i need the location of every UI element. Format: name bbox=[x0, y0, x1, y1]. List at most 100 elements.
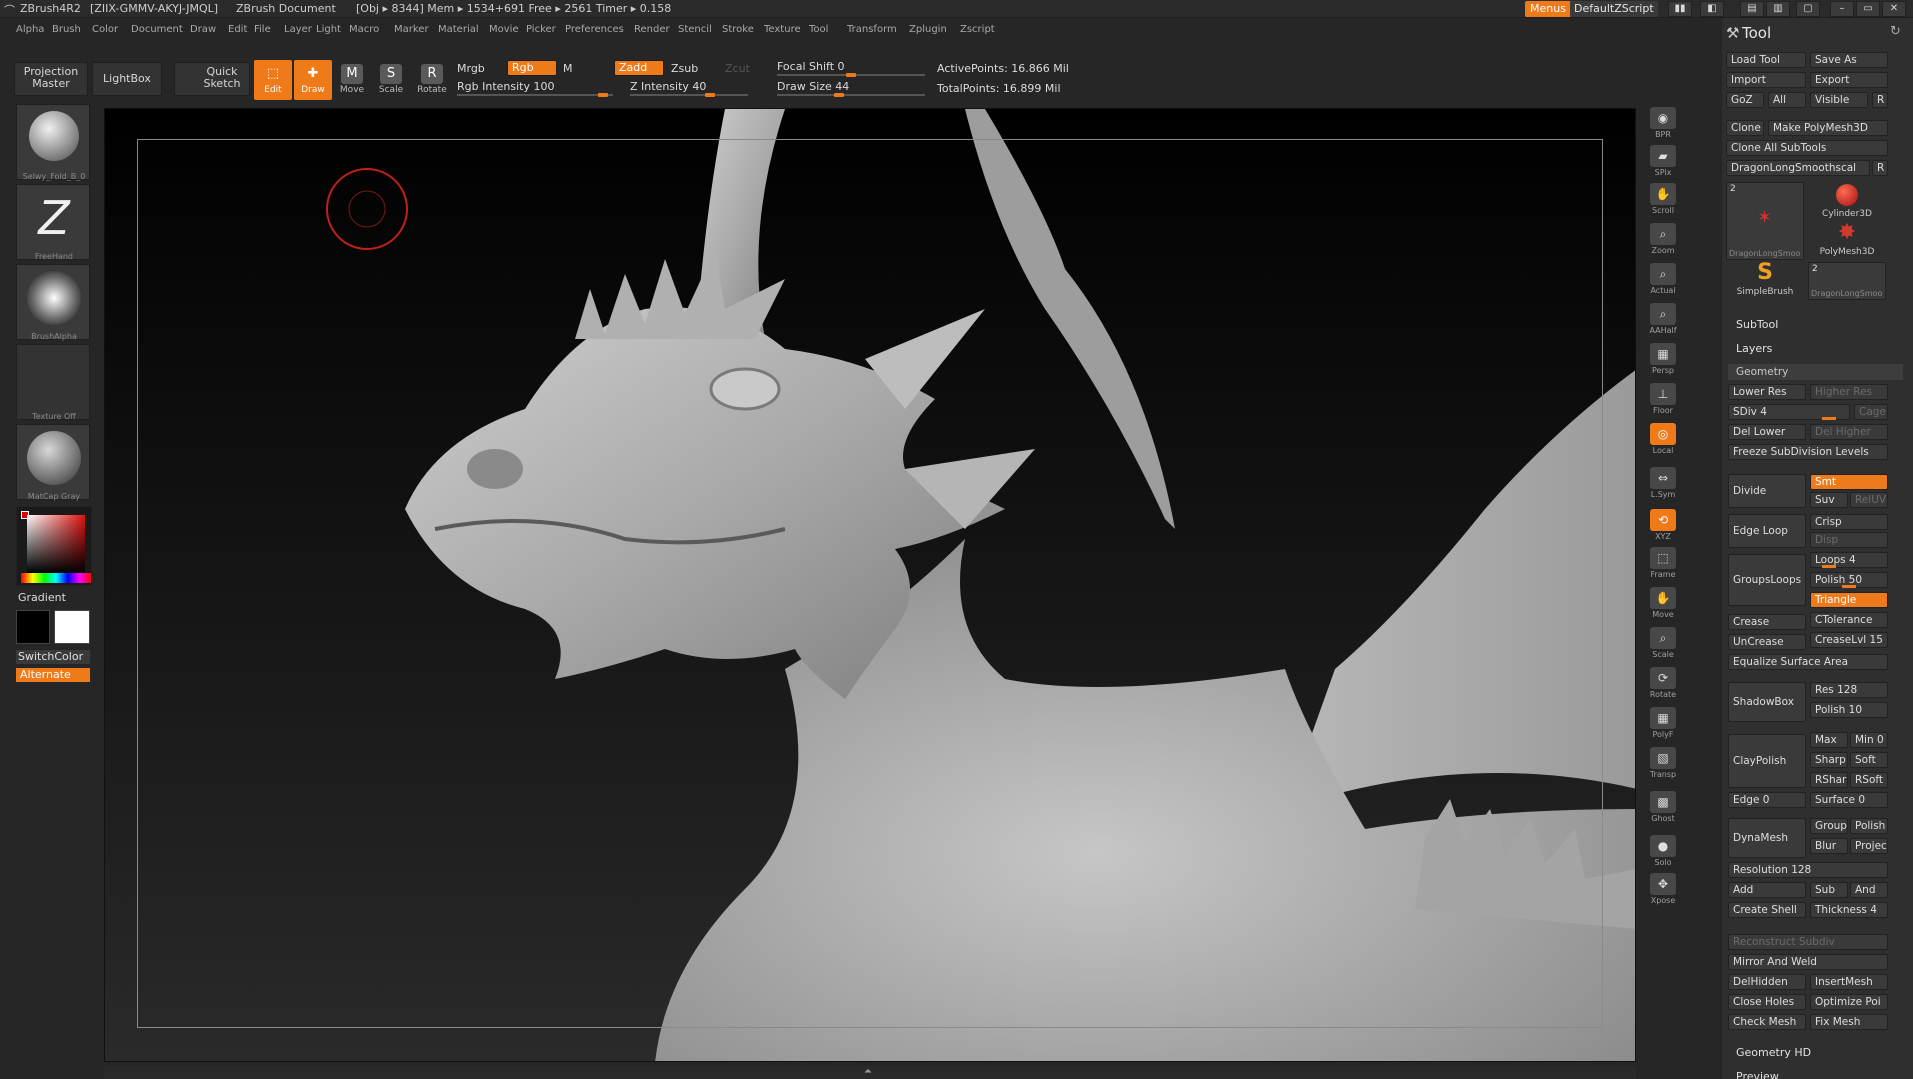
load-tool-button[interactable]: Load Tool bbox=[1726, 52, 1806, 68]
scroll-button[interactable]: ✋ Scroll bbox=[1644, 180, 1682, 216]
dynamesh-add-toggle[interactable]: Add bbox=[1728, 882, 1806, 898]
scale-mode-button[interactable]: S Scale bbox=[372, 60, 410, 100]
menu-light[interactable]: Light bbox=[316, 24, 341, 35]
menu-picker[interactable]: Picker bbox=[526, 24, 556, 35]
clone-button[interactable]: Clone bbox=[1726, 120, 1764, 136]
triangle-toggle[interactable]: Triangle bbox=[1810, 592, 1888, 608]
layout-right-icon[interactable]: ▥ bbox=[1766, 1, 1790, 17]
spix-button[interactable]: ▰ SPix bbox=[1644, 142, 1682, 178]
scale-button[interactable]: ⌕ Scale bbox=[1644, 624, 1682, 660]
ctolerance-slider[interactable]: CTolerance bbox=[1810, 612, 1888, 628]
dynamesh-sub-toggle[interactable]: Sub bbox=[1810, 882, 1848, 898]
creaselvl-slider[interactable]: CreaseLvl 15 bbox=[1810, 632, 1888, 648]
menu-texture[interactable]: Texture bbox=[764, 24, 801, 35]
higher-res-button[interactable]: Higher Res bbox=[1810, 384, 1888, 400]
rgb-intensity-knob[interactable] bbox=[598, 93, 608, 97]
del-higher-button[interactable]: Del Higher bbox=[1810, 424, 1888, 440]
lower-res-button[interactable]: Lower Res bbox=[1728, 384, 1806, 400]
menu-transform[interactable]: Transform bbox=[847, 24, 897, 35]
geometry-hd-section[interactable]: Geometry HD bbox=[1736, 1046, 1811, 1059]
z-intensity-knob[interactable] bbox=[705, 93, 715, 97]
xpose-button[interactable]: ✥ Xpose bbox=[1644, 870, 1682, 906]
menu-material[interactable]: Material bbox=[438, 24, 479, 35]
menu-file[interactable]: File bbox=[254, 24, 271, 35]
menu-document[interactable]: Document bbox=[131, 24, 183, 35]
menu-color[interactable]: Color bbox=[92, 24, 118, 35]
preview-section[interactable]: Preview bbox=[1736, 1070, 1779, 1079]
menu-edit[interactable]: Edit bbox=[228, 24, 247, 35]
groupsloops-button[interactable]: GroupsLoops bbox=[1728, 554, 1806, 606]
switchcolor-button[interactable]: SwitchColor bbox=[16, 650, 90, 664]
zcut-toggle[interactable]: Zcut bbox=[725, 62, 750, 75]
aahalf-button[interactable]: ⌕ AAHalf bbox=[1644, 300, 1682, 336]
default-zscript-button[interactable]: DefaultZScript bbox=[1570, 1, 1658, 17]
dynamesh-polish-toggle[interactable]: Polish bbox=[1850, 818, 1888, 834]
menu-preferences[interactable]: Preferences bbox=[565, 24, 624, 35]
export-button[interactable]: Export bbox=[1810, 72, 1888, 88]
lock-icon[interactable]: ▢ bbox=[1796, 1, 1820, 17]
color-picker[interactable] bbox=[16, 506, 92, 586]
menus-button[interactable]: Menus bbox=[1525, 1, 1571, 17]
claypolish-rsharp-slider[interactable]: RShar bbox=[1810, 772, 1848, 788]
insertmesh-button[interactable]: InsertMesh bbox=[1810, 974, 1888, 990]
material-selector[interactable]: MatCap Gray bbox=[16, 424, 90, 501]
zadd-toggle[interactable]: Zadd bbox=[614, 60, 664, 76]
zsub-toggle[interactable]: Zsub bbox=[671, 62, 698, 75]
edit-mode-button[interactable]: ⬚ Edit bbox=[254, 60, 292, 100]
menu-macro[interactable]: Macro bbox=[349, 24, 379, 35]
alternate-button[interactable]: Alternate bbox=[16, 668, 90, 682]
lsym-button[interactable]: ⇔ L.Sym bbox=[1644, 464, 1682, 500]
move-mode-button[interactable]: M Move bbox=[333, 60, 371, 100]
divide-button[interactable]: Divide bbox=[1728, 474, 1806, 508]
dynamesh-project-toggle[interactable]: Projec bbox=[1850, 838, 1888, 854]
move-button[interactable]: ✋ Move bbox=[1644, 584, 1682, 620]
projection-master-button[interactable]: Projection Master bbox=[14, 62, 88, 96]
rgb-intensity-slider[interactable] bbox=[457, 94, 613, 96]
menu-render[interactable]: Render bbox=[634, 24, 670, 35]
geometry-section-header[interactable]: Geometry bbox=[1728, 364, 1903, 380]
polyf-button[interactable]: ▦ PolyF bbox=[1644, 704, 1682, 740]
persp-button[interactable]: ▦ Persp bbox=[1644, 340, 1682, 376]
local-button[interactable]: ◎ Local bbox=[1644, 420, 1682, 456]
see-through-icon[interactable]: ◧ bbox=[1700, 1, 1724, 17]
menu-zplugin[interactable]: Zplugin bbox=[909, 24, 947, 35]
menu-stroke[interactable]: Stroke bbox=[722, 24, 754, 35]
tool-thumb-cylinder3d[interactable]: Cylinder3D bbox=[1808, 182, 1886, 220]
suv-toggle[interactable]: Suv bbox=[1810, 492, 1848, 508]
stroke-selector[interactable]: Z FreeHand bbox=[16, 184, 90, 261]
save-as-button[interactable]: Save As bbox=[1810, 52, 1888, 68]
rgb-toggle[interactable]: Rgb bbox=[507, 60, 557, 76]
claypolish-button[interactable]: ClayPolish bbox=[1728, 734, 1806, 788]
close-holes-button[interactable]: Close Holes bbox=[1728, 994, 1806, 1010]
current-tool-slider[interactable]: DragonLongSmoothscal bbox=[1726, 160, 1870, 176]
tool-thumb-dragon[interactable]: 2 ✶ DragonLongSmoo bbox=[1726, 182, 1804, 260]
mrgb-toggle[interactable]: Mrgb bbox=[457, 62, 485, 75]
menu-zscript[interactable]: Zscript bbox=[960, 24, 995, 35]
menu-tool[interactable]: Tool bbox=[809, 24, 828, 35]
tool-thumb-dragon-2[interactable]: 2 DragonLongSmoo bbox=[1808, 262, 1886, 300]
secondary-color-swatch[interactable] bbox=[54, 610, 90, 644]
claypolish-max-slider[interactable]: Max bbox=[1810, 732, 1848, 748]
reconstruct-subdiv-button[interactable]: Reconstruct Subdiv bbox=[1728, 934, 1888, 950]
menu-stencil[interactable]: Stencil bbox=[678, 24, 712, 35]
layout-left-icon[interactable]: ▤ bbox=[1740, 1, 1764, 17]
claypolish-soft-slider[interactable]: Soft bbox=[1850, 752, 1888, 768]
claypolish-rsoft-slider[interactable]: RSoft bbox=[1850, 772, 1888, 788]
crease-button[interactable]: Crease bbox=[1728, 614, 1806, 630]
floor-button[interactable]: ⊥ Floor bbox=[1644, 380, 1682, 416]
menu-movie[interactable]: Movie bbox=[489, 24, 519, 35]
ghost-button[interactable]: ▩ Ghost bbox=[1644, 788, 1682, 824]
primary-color-swatch[interactable] bbox=[16, 610, 50, 644]
dynamesh-blur-slider[interactable]: Blur bbox=[1810, 838, 1848, 854]
actual-button[interactable]: ⌕ Actual bbox=[1644, 260, 1682, 296]
sdiv-slider-knob[interactable] bbox=[1822, 417, 1836, 420]
loops-slider-knob[interactable] bbox=[1822, 565, 1836, 568]
texture-selector[interactable]: Texture Off bbox=[16, 344, 90, 421]
goz-r-button[interactable]: R bbox=[1872, 92, 1888, 108]
xyz-button[interactable]: ⟲ XYZ bbox=[1644, 506, 1682, 542]
dynamesh-and-toggle[interactable]: And bbox=[1850, 882, 1888, 898]
subtool-section[interactable]: SubTool bbox=[1736, 318, 1778, 331]
claypolish-min-slider[interactable]: Min 0 bbox=[1850, 732, 1888, 748]
disp-toggle[interactable]: Disp bbox=[1810, 532, 1888, 548]
freeze-subdivision-levels-button[interactable]: Freeze SubDivision Levels bbox=[1728, 444, 1888, 460]
